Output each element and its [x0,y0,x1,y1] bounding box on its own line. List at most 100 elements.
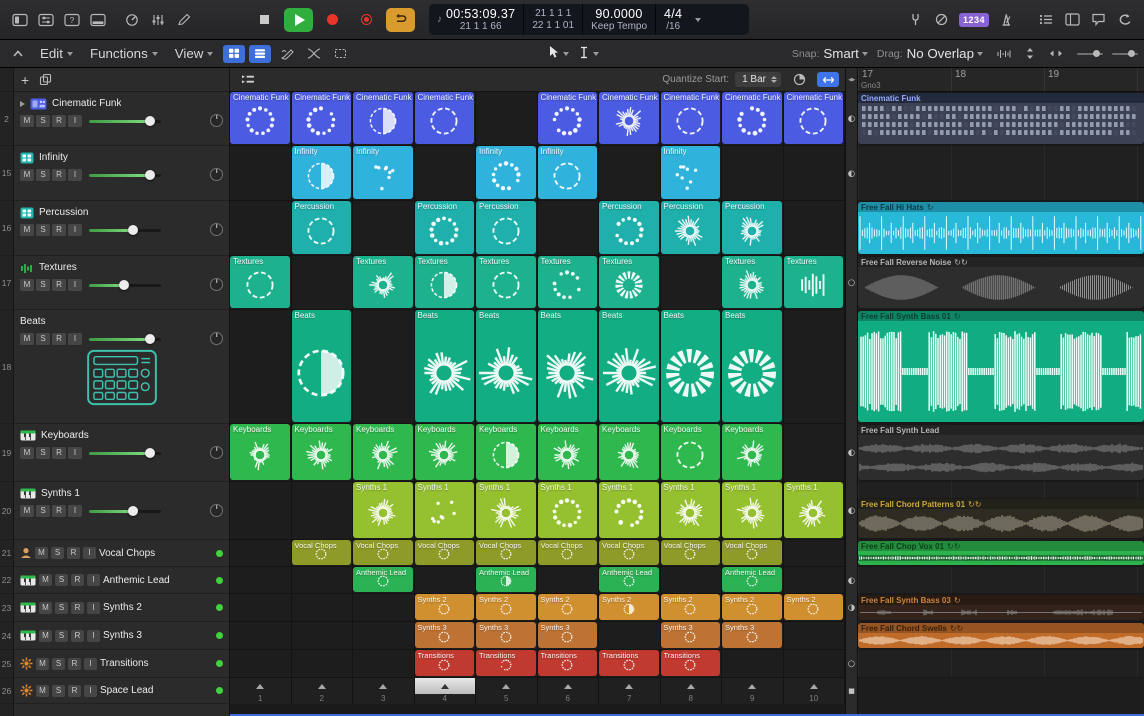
track-header-synths-1[interactable]: Synths 1MSRI [14,482,229,540]
loop-cell-synths-1-8[interactable]: Synths 1 [661,482,721,538]
lcd-display[interactable]: ♪ 00:53:09.37 21 1 1 66 21 1 1 1 22 1 1 … [429,4,749,35]
grid-cell-slot[interactable]: Beats [599,310,661,424]
grid-cell-slot[interactable]: Synths 2 [784,594,846,622]
track-header-textures[interactable]: TexturesMSRI [14,256,229,310]
loop-cell-textures-6[interactable]: Textures [538,256,598,308]
grid-cell-slot[interactable]: Infinity [292,146,354,201]
m-button[interactable]: M [39,574,52,586]
loop-cell-cinematic-funk-4[interactable]: Cinematic Funk [415,92,475,144]
grid-cell-slot[interactable] [722,146,784,201]
scene-trigger-3[interactable] [353,678,414,694]
quick-help-icon[interactable]: ? [60,9,84,31]
ibeam-tool-menu[interactable] [579,46,599,62]
loop-cell-cinematic-funk-8[interactable]: Cinematic Funk [661,92,721,144]
m-button[interactable]: M [20,447,34,459]
grid-cell-slot[interactable]: Synths 2 [538,594,600,622]
loop-cell-keyboards-8[interactable]: Keyboards [661,424,721,480]
pointer-tool-menu[interactable] [548,45,569,62]
grid-cell-slot[interactable]: Synths 2 [722,594,784,622]
loop-cell-vocal-chops-2[interactable]: Vocal Chops [292,540,352,565]
grid-cell-slot[interactable]: Textures [722,256,784,310]
loop-cell-synths-3-6[interactable]: Synths 3 [538,622,598,648]
loop-cell-synths-2-4[interactable]: Synths 2 [415,594,475,620]
grid-cell-slot[interactable] [784,146,846,201]
loop-cell-synths-3-8[interactable]: Synths 3 [661,622,721,648]
grid-cell-slot[interactable] [538,201,600,256]
stop-button[interactable] [250,8,279,32]
pan-knob[interactable] [210,504,223,517]
volume-slider[interactable] [89,448,161,458]
grid-cell-slot[interactable]: Anthemic Lead [476,567,538,594]
view-menu[interactable]: View [168,44,221,63]
r-button[interactable]: R [71,602,84,614]
grid-cell-slot[interactable]: Keyboards [353,424,415,482]
grid-cell-slot[interactable] [784,201,846,256]
loop-cell-cinematic-funk-6[interactable]: Cinematic Funk [538,92,598,144]
grid-cell-slot[interactable]: Synths 3 [415,622,477,650]
loop-cell-synths-1-9[interactable]: Synths 1 [722,482,782,538]
grid-cell-slot[interactable]: Textures [599,256,661,310]
loop-cell-keyboards-3[interactable]: Keyboards [353,424,413,480]
i-button[interactable]: I [68,115,82,127]
loop-cell-anthemic-lead-9[interactable]: Anthemic Lead [722,567,782,592]
add-track-button[interactable]: + [21,73,29,87]
grid-cell-slot[interactable]: Beats [538,310,600,424]
s-button[interactable]: S [36,333,50,345]
volume-slider[interactable] [89,225,161,235]
cell-mode-icon[interactable]: ◐ [848,448,855,458]
scene-trigger-10[interactable] [784,678,845,694]
grid-cell-slot[interactable]: Beats [722,310,784,424]
region-free-fall-synth-bass-01[interactable]: Free Fall Synth Bass 01↻ [858,311,1144,422]
grid-cell-slot[interactable] [784,310,846,424]
grid-cell-slot[interactable]: Percussion [476,201,538,256]
grid-cell-slot[interactable] [230,650,292,678]
i-button[interactable]: I [84,685,97,697]
loop-cell-percussion-5[interactable]: Percussion [476,201,536,254]
loop-cell-cinematic-funk-10[interactable]: Cinematic Funk [784,92,844,144]
grid-cell-slot[interactable]: Vocal Chops [415,540,477,567]
grid-cell-slot[interactable]: Synths 3 [661,622,723,650]
loop-cell-textures-3[interactable]: Textures [353,256,413,308]
grid-cell-slot[interactable]: Synths 1 [538,482,600,540]
loop-cell-synths-2-8[interactable]: Synths 2 [661,594,721,620]
loop-cell-infinity-3[interactable]: Infinity [353,146,413,199]
r-button[interactable]: R [52,224,66,236]
grid-cell-slot[interactable]: Infinity [538,146,600,201]
loop-cell-synths-3-4[interactable]: Synths 3 [415,622,475,648]
track-header-space-lead[interactable]: MSRISpace Lead [14,678,229,704]
cell-mode-icon[interactable]: ◐ [848,114,855,124]
grid-cell-slot[interactable] [599,622,661,650]
m-button[interactable]: M [35,547,48,559]
cycle-button[interactable] [386,8,415,32]
grid-cell-slot[interactable] [661,256,723,310]
arrange-lane-synths-2[interactable]: Free Fall Synth Bass 03↻ [858,594,1144,622]
grid-cell-slot[interactable] [230,310,292,424]
r-button[interactable]: R [71,630,84,642]
r-button[interactable]: R [67,547,80,559]
grid-cell-slot[interactable]: Synths 2 [661,594,723,622]
play-button[interactable] [284,8,313,32]
grid-cell-slot[interactable]: Percussion [415,201,477,256]
i-button[interactable]: I [87,574,100,586]
m-button[interactable]: M [36,685,49,697]
grid-cell-slot[interactable]: Textures [476,256,538,310]
grid-cell-slot[interactable] [292,622,354,650]
loop-cell-percussion-4[interactable]: Percussion [415,201,475,254]
grid-cell-slot[interactable] [292,482,354,540]
loop-cell-transitions-8[interactable]: Transitions [661,650,721,676]
draw-icon[interactable] [276,43,300,65]
loop-cell-beats-7[interactable]: Beats [599,310,659,422]
track-header-cinematic-funk[interactable]: Cinematic FunkMSRI [14,92,229,146]
rows-view-icon[interactable] [249,45,271,63]
loop-cell-beats-2[interactable]: Beats [292,310,352,422]
s-button[interactable]: S [55,574,68,586]
capture-recording-button[interactable] [352,8,381,32]
metronome-icon[interactable] [994,9,1018,31]
grid-cell-slot[interactable] [784,622,846,650]
grid-cell-slot[interactable]: Synths 1 [476,482,538,540]
s-button[interactable]: S [55,630,68,642]
grid-cell-slot[interactable]: Synths 1 [784,482,846,540]
wavezoom-icon[interactable] [992,43,1016,65]
s-button[interactable]: S [52,685,65,697]
grid-cell-slot[interactable] [292,256,354,310]
